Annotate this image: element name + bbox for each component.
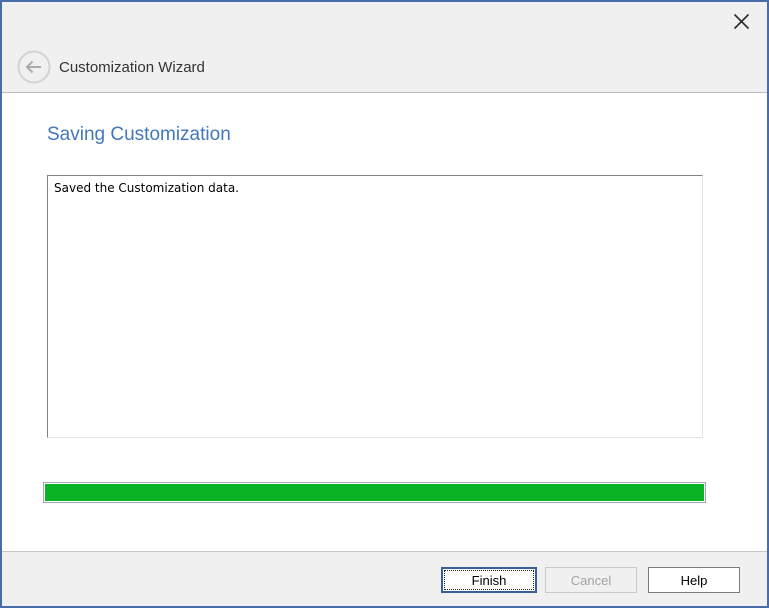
progress-fill: [45, 484, 704, 501]
button-bar: Finish Cancel Help: [2, 551, 767, 606]
progress-bar: [43, 482, 706, 503]
finish-button[interactable]: Finish: [441, 567, 537, 593]
page-heading: Saving Customization: [47, 124, 231, 146]
cancel-button[interactable]: Cancel: [545, 567, 637, 593]
close-icon: [733, 13, 750, 30]
close-button[interactable]: [727, 7, 755, 35]
wizard-header[interactable]: Customization Wizard: [2, 2, 767, 93]
back-button[interactable]: [17, 50, 51, 84]
back-arrow-icon: [17, 50, 51, 84]
window-title: Customization Wizard: [59, 59, 205, 76]
help-button[interactable]: Help: [648, 567, 740, 593]
wizard-window: Customization Wizard Saving Customizatio…: [0, 0, 769, 608]
log-line: Saved the Customization data.: [54, 180, 696, 196]
log-output[interactable]: Saved the Customization data.: [47, 175, 703, 438]
